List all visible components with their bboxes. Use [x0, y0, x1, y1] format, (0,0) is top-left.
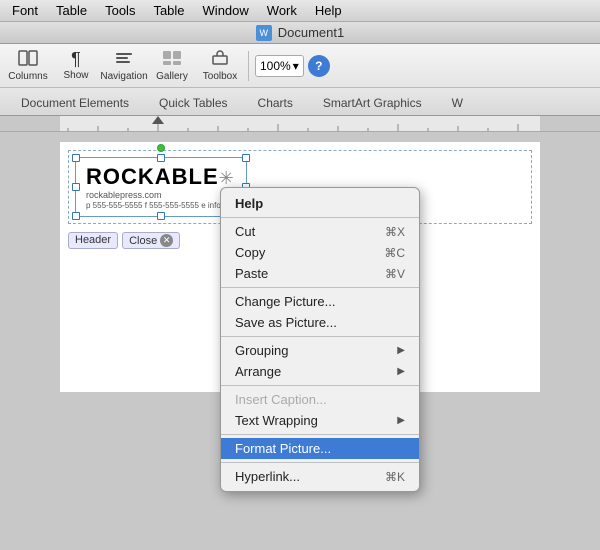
handle-tl[interactable]: [72, 154, 80, 162]
ruler: [0, 116, 600, 132]
ctx-arrange-label: Arrange: [235, 364, 281, 379]
menu-table2[interactable]: Table: [145, 0, 192, 22]
ctx-cut-label: Cut: [235, 224, 255, 239]
ctx-paste-shortcut: ⌘V: [385, 267, 405, 281]
ctx-arrange[interactable]: Arrange ▶: [221, 361, 419, 382]
menu-help[interactable]: Help: [307, 0, 350, 22]
logo-subtitle: rockablepress.com: [86, 190, 236, 200]
ctx-save-picture-label: Save as Picture...: [235, 315, 337, 330]
ctx-copy-shortcut: ⌘C: [384, 246, 405, 260]
ctx-hyperlink[interactable]: Hyperlink... ⌘K: [221, 466, 419, 487]
handle-tc[interactable]: [157, 154, 165, 162]
toolbar-toolbox[interactable]: Toolbox: [198, 47, 242, 85]
toolbox-icon: [210, 50, 230, 69]
ctx-format-picture-label: Format Picture...: [235, 441, 331, 456]
handle-ml[interactable]: [72, 183, 80, 191]
ribbon-tabs: Document Elements Quick Tables Charts Sm…: [0, 88, 600, 116]
ctx-hyperlink-label: Hyperlink...: [235, 469, 300, 484]
ctx-change-picture[interactable]: Change Picture...: [221, 291, 419, 312]
ctx-cut-shortcut: ⌘X: [385, 225, 405, 239]
ctx-paste[interactable]: Paste ⌘V: [221, 263, 419, 284]
ctx-grouping-arrow: ▶: [397, 345, 405, 356]
tab-smartart[interactable]: SmartArt Graphics: [308, 91, 437, 115]
menu-font[interactable]: Font: [4, 0, 46, 22]
ctx-format-picture[interactable]: Format Picture...: [221, 438, 419, 459]
toolbar-gallery-label: Gallery: [156, 71, 188, 82]
tab-document-elements[interactable]: Document Elements: [6, 91, 144, 115]
logo-contact: p 555-555-5555 f 555-555-5555 e info@...: [86, 201, 236, 210]
columns-icon: [18, 50, 38, 69]
ctx-sep-2: [221, 336, 419, 337]
ctx-sep-3: [221, 385, 419, 386]
ctx-sep-5: [221, 462, 419, 463]
context-menu: Help Cut ⌘X Copy ⌘C Paste ⌘V Change Pict…: [220, 187, 420, 492]
navigation-icon: [114, 50, 134, 69]
ctx-change-picture-label: Change Picture...: [235, 294, 335, 309]
ctx-save-picture[interactable]: Save as Picture...: [221, 312, 419, 333]
toolbar: Columns ¶ Show Navigation Gallery: [0, 44, 600, 88]
doc-title: Document1: [278, 25, 344, 40]
tab-quick-tables[interactable]: Quick Tables: [144, 91, 242, 115]
close-header-btn[interactable]: Close ✕: [122, 232, 180, 249]
rotation-handle[interactable]: [157, 144, 165, 152]
ctx-text-wrapping-label: Text Wrapping: [235, 413, 318, 428]
toolbar-help-button[interactable]: ?: [308, 55, 330, 77]
ctx-insert-caption: Insert Caption...: [221, 389, 419, 410]
title-doc: W Document1: [256, 25, 344, 41]
toolbar-toolbox-label: Toolbox: [203, 71, 237, 82]
ctx-copy-label: Copy: [235, 245, 265, 260]
zoom-dropdown-icon: ▾: [293, 59, 299, 73]
ctx-text-wrapping-arrow: ▶: [397, 415, 405, 426]
tab-w[interactable]: W: [437, 91, 478, 115]
ctx-copy[interactable]: Copy ⌘C: [221, 242, 419, 263]
title-bar: W Document1: [0, 22, 600, 44]
gallery-icon: [162, 50, 182, 69]
zoom-value: 100%: [260, 59, 291, 73]
logo-name: ROCKABLE✳: [86, 164, 236, 190]
handle-bl[interactable]: [72, 212, 80, 220]
ctx-hyperlink-shortcut: ⌘K: [385, 470, 405, 484]
show-icon: ¶: [71, 50, 81, 68]
toolbar-columns[interactable]: Columns: [6, 47, 50, 85]
ctx-grouping[interactable]: Grouping ▶: [221, 340, 419, 361]
ctx-arrange-arrow: ▶: [397, 366, 405, 377]
toolbar-divider: [248, 51, 249, 81]
ctx-paste-label: Paste: [235, 266, 268, 281]
ctx-grouping-label: Grouping: [235, 343, 288, 358]
menu-tools[interactable]: Tools: [97, 0, 143, 22]
ctx-section-help: Help: [221, 192, 419, 214]
menu-table[interactable]: Table: [48, 0, 95, 22]
tab-charts[interactable]: Charts: [243, 91, 308, 115]
close-x-icon: ✕: [160, 234, 173, 247]
toolbar-gallery[interactable]: Gallery: [150, 47, 194, 85]
toolbar-nav-label: Navigation: [100, 71, 147, 82]
ctx-sep-4: [221, 434, 419, 435]
help-icon: ?: [315, 59, 322, 73]
toolbar-show[interactable]: ¶ Show: [54, 47, 98, 85]
ctx-text-wrapping[interactable]: Text Wrapping ▶: [221, 410, 419, 431]
doc-area: ROCKABLE✳ rockablepress.com p 555-555-55…: [0, 132, 600, 550]
handle-bc[interactable]: [157, 212, 165, 220]
menu-work[interactable]: Work: [259, 0, 305, 22]
toolbar-show-label: Show: [63, 70, 88, 81]
ctx-sep-1: [221, 287, 419, 288]
toolbar-navigation[interactable]: Navigation: [102, 47, 146, 85]
handle-tr[interactable]: [242, 154, 250, 162]
menu-window[interactable]: Window: [195, 0, 257, 22]
ctx-cut[interactable]: Cut ⌘X: [221, 221, 419, 242]
doc-icon: W: [256, 25, 272, 41]
zoom-control[interactable]: 100% ▾: [255, 55, 304, 77]
toolbar-columns-label: Columns: [8, 71, 47, 82]
ctx-insert-caption-label: Insert Caption...: [235, 392, 327, 407]
header-label-btn[interactable]: Header: [68, 232, 118, 249]
menu-bar: Font Table Tools Table Window Work Help: [0, 0, 600, 22]
ctx-sep-0: [221, 217, 419, 218]
